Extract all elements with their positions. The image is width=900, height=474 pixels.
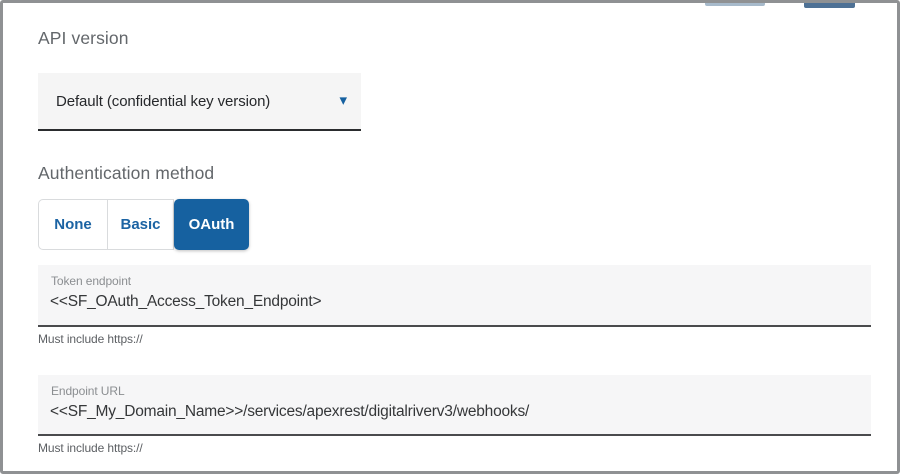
- api-version-selected-value: Default (confidential key version): [56, 93, 270, 110]
- auth-option-oauth-button[interactable]: OAuth: [174, 199, 249, 250]
- auth-method-button-group: None Basic OAuth: [38, 199, 249, 250]
- token-endpoint-value: <<SF_OAuth_Access_Token_Endpoint>: [50, 293, 321, 311]
- auth-method-heading: Authentication method: [38, 163, 214, 184]
- endpoint-url-label: Endpoint URL: [51, 384, 125, 398]
- token-endpoint-field[interactable]: Token endpoint <<SF_OAuth_Access_Token_E…: [38, 265, 871, 327]
- endpoint-url-helper-text: Must include https://: [38, 441, 143, 455]
- auth-option-none-button[interactable]: None: [38, 199, 107, 250]
- token-endpoint-helper-text: Must include https://: [38, 332, 143, 346]
- settings-panel: API version Default (confidential key ve…: [0, 0, 900, 474]
- api-version-heading: API version: [38, 28, 129, 49]
- api-version-dropdown[interactable]: Default (confidential key version) ▾: [38, 73, 361, 131]
- token-endpoint-label: Token endpoint: [51, 274, 131, 288]
- endpoint-url-value: <<SF_My_Domain_Name>>/services/apexrest/…: [50, 403, 529, 421]
- top-edge-artifact-dark: [804, 3, 855, 8]
- endpoint-url-field[interactable]: Endpoint URL <<SF_My_Domain_Name>>/servi…: [38, 375, 871, 436]
- top-edge-artifact-light: [705, 3, 765, 6]
- auth-option-basic-button[interactable]: Basic: [107, 199, 174, 250]
- dropdown-caret-icon: ▾: [339, 93, 347, 108]
